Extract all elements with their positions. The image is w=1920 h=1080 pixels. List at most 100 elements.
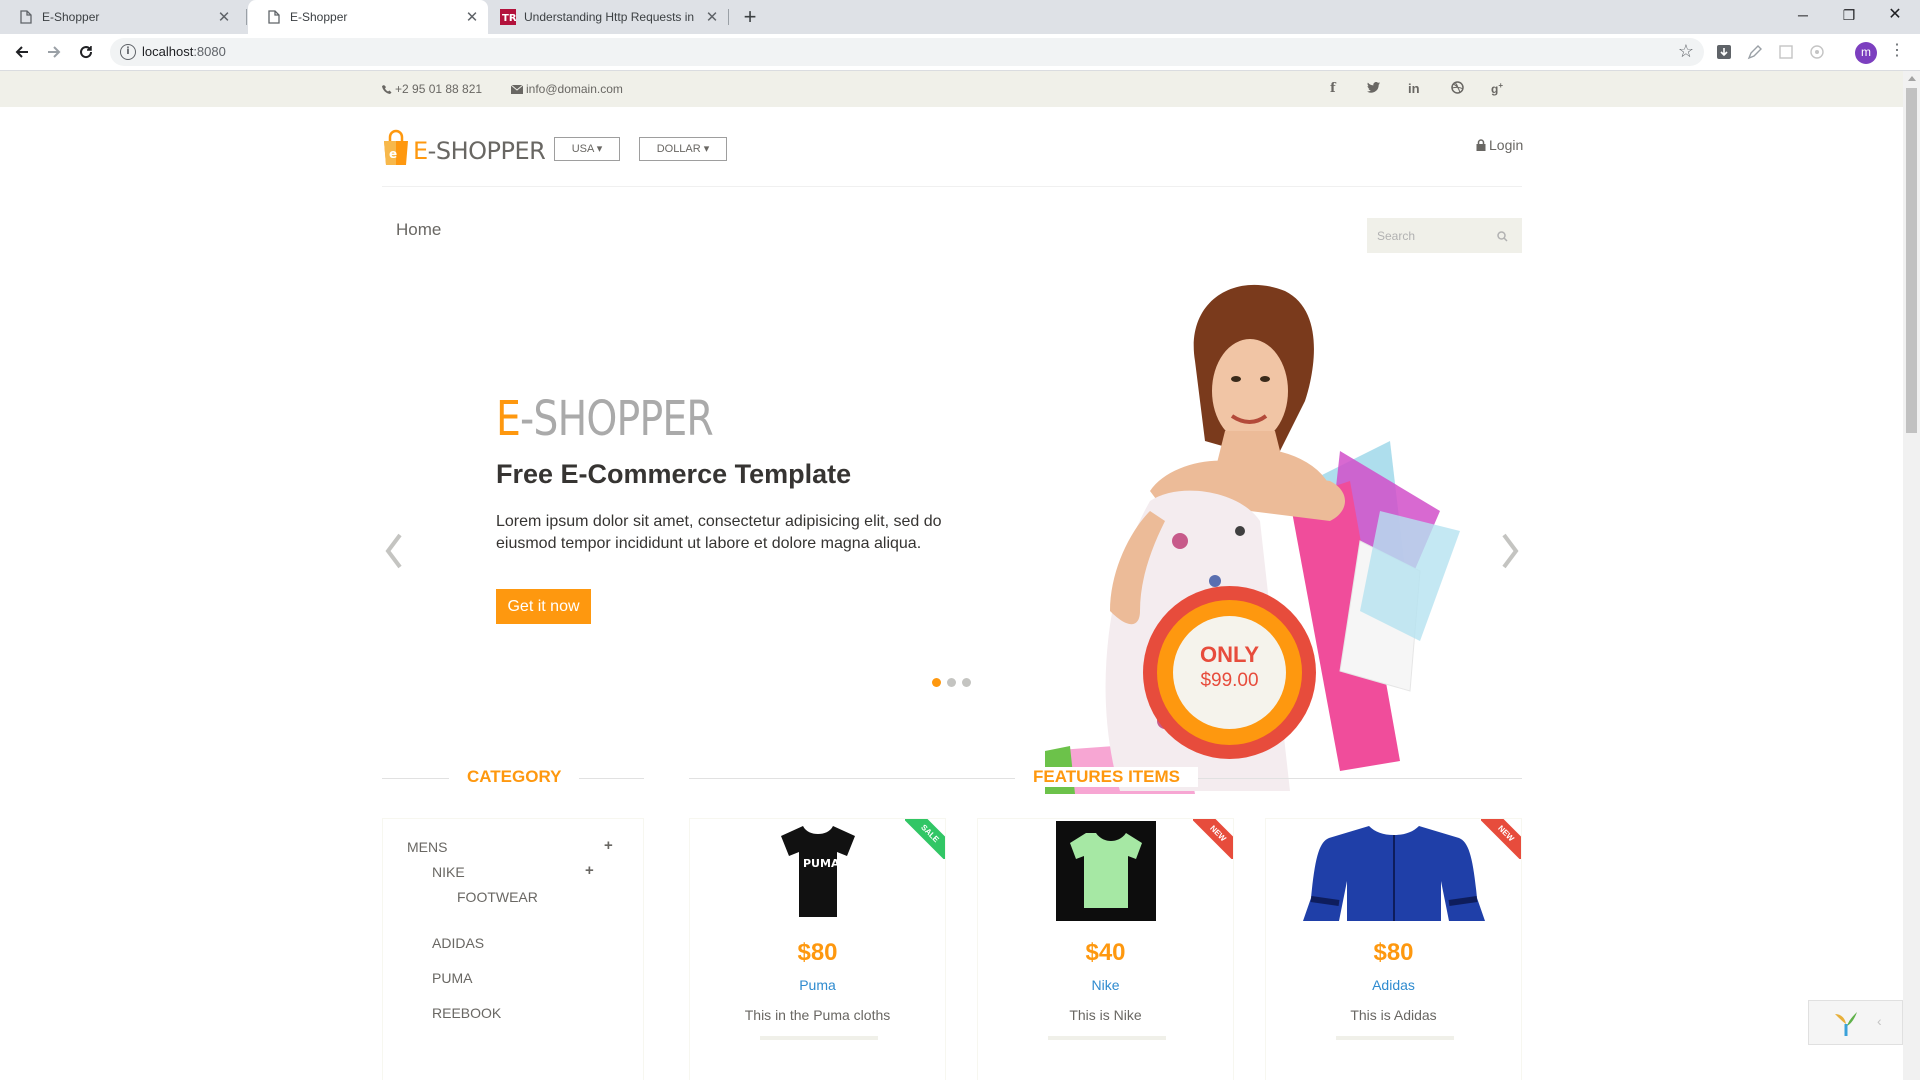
yii-logo-icon bbox=[1835, 1012, 1857, 1036]
slider-dot-active[interactable] bbox=[932, 678, 941, 687]
currency-dropdown[interactable]: DOLLAR ▾ bbox=[639, 137, 727, 161]
edit-extension-icon[interactable] bbox=[1745, 42, 1765, 62]
product-description: This in the Puma cloths bbox=[744, 1007, 891, 1023]
scrollbar-thumb[interactable] bbox=[1906, 88, 1917, 433]
forward-button[interactable] bbox=[40, 38, 68, 66]
svg-text:e: e bbox=[389, 147, 397, 161]
add-to-cart-button[interactable] bbox=[1336, 1036, 1454, 1040]
facebook-icon[interactable]: f bbox=[1330, 81, 1336, 96]
reload-button[interactable] bbox=[72, 38, 100, 66]
chevron-left-icon[interactable]: ‹ bbox=[1877, 1013, 1882, 1029]
contact-topbar: +2 95 01 88 821 info@domain.com f in g+ bbox=[0, 71, 1903, 107]
price-badge-inner: ONLY $99.00 bbox=[1173, 616, 1286, 729]
product-description: This is Adidas bbox=[1350, 1007, 1437, 1023]
features-heading: FEATURES ITEMS bbox=[1015, 767, 1199, 787]
category-adidas[interactable]: ADIDAS bbox=[432, 935, 484, 951]
sale-ribbon: SALE bbox=[905, 819, 945, 859]
price-badge-amount: $99.00 bbox=[1200, 670, 1259, 691]
back-button[interactable] bbox=[8, 38, 36, 66]
new-ribbon: NEW bbox=[1193, 819, 1233, 859]
slider-next-arrow[interactable] bbox=[1498, 531, 1522, 571]
slider-dot[interactable] bbox=[947, 678, 956, 687]
product-price: $40 bbox=[1085, 939, 1126, 966]
login-link[interactable]: Login bbox=[1476, 137, 1523, 153]
header-divider bbox=[382, 186, 1522, 187]
bookmark-star-icon[interactable]: ☆ bbox=[1678, 41, 1694, 62]
category-footwear[interactable]: FOOTWEAR bbox=[457, 889, 538, 905]
slider-title-accent: E bbox=[496, 391, 521, 447]
site-info-icon[interactable]: i bbox=[120, 44, 136, 60]
category-nike[interactable]: NIKE bbox=[432, 864, 465, 880]
extension-icon[interactable] bbox=[1807, 42, 1827, 62]
search-box[interactable]: Search bbox=[1367, 218, 1522, 253]
expand-plus-icon[interactable]: + bbox=[585, 862, 594, 879]
lock-icon bbox=[1476, 139, 1486, 151]
email-address: info@domain.com bbox=[526, 82, 623, 96]
tab-separator bbox=[246, 9, 247, 25]
back-arrow-icon bbox=[15, 46, 28, 58]
ribbon-label: SALE bbox=[905, 819, 945, 859]
url-text: localhost:8080 bbox=[142, 44, 226, 59]
scroll-up-arrow-icon[interactable] bbox=[1908, 76, 1916, 81]
phone-icon bbox=[382, 85, 392, 94]
product-price: $80 bbox=[797, 939, 838, 966]
address-bar[interactable]: i localhost:8080 ☆ bbox=[110, 38, 1704, 66]
dribbble-icon[interactable] bbox=[1451, 81, 1464, 97]
envelope-icon bbox=[511, 84, 523, 94]
debug-toolbar-toggle[interactable]: ‹ bbox=[1808, 1000, 1903, 1045]
category-mens[interactable]: MENS bbox=[407, 839, 447, 855]
browser-tab-bar: E-Shopper ✕ E-Shopper ✕ TR Understanding… bbox=[0, 0, 1920, 34]
restore-button[interactable]: ❐ bbox=[1826, 0, 1872, 30]
close-tab-icon[interactable]: ✕ bbox=[462, 8, 482, 26]
new-tab-button[interactable]: + bbox=[737, 4, 763, 30]
chevron-left-icon bbox=[385, 533, 402, 569]
caret-down-icon: ▾ bbox=[703, 143, 710, 155]
product-card-puma[interactable]: PUMA SALE $80 Puma This in the Puma clot… bbox=[689, 818, 946, 1080]
close-tab-icon[interactable]: ✕ bbox=[214, 8, 234, 26]
get-it-now-button[interactable]: Get it now bbox=[496, 589, 591, 624]
google-plus-icon[interactable]: g+ bbox=[1491, 81, 1503, 96]
product-image-nike-shirt bbox=[1055, 821, 1156, 921]
extension-icon[interactable] bbox=[1776, 42, 1796, 62]
add-to-cart-button[interactable] bbox=[760, 1036, 878, 1040]
nav-home-link[interactable]: Home bbox=[396, 220, 441, 240]
profile-avatar[interactable]: m bbox=[1855, 42, 1877, 64]
category-puma[interactable]: PUMA bbox=[432, 970, 472, 986]
linkedin-icon[interactable]: in bbox=[1408, 81, 1420, 96]
add-to-cart-button[interactable] bbox=[1048, 1036, 1166, 1040]
slider-dot[interactable] bbox=[962, 678, 971, 687]
twitter-icon[interactable] bbox=[1367, 81, 1380, 96]
currency-label: DOLLAR bbox=[656, 143, 701, 155]
logo-text-rest: -SHOPPER bbox=[427, 137, 546, 165]
url-port: :8080 bbox=[193, 44, 226, 59]
product-card-nike[interactable]: NEW $40 Nike This is Nike bbox=[977, 818, 1234, 1080]
browser-tab-active[interactable]: E-Shopper ✕ bbox=[248, 0, 488, 34]
download-extension-icon[interactable] bbox=[1714, 42, 1734, 62]
search-icon[interactable] bbox=[1497, 229, 1508, 247]
phone-number: +2 95 01 88 821 bbox=[395, 82, 483, 96]
product-price: $80 bbox=[1373, 939, 1414, 966]
ribbon-label: NEW bbox=[1481, 819, 1521, 859]
browser-tab[interactable]: TR Understanding Http Requests in ✕ bbox=[488, 0, 728, 34]
close-window-button[interactable]: ✕ bbox=[1872, 0, 1918, 30]
page-scrollbar[interactable] bbox=[1903, 71, 1920, 1080]
browser-menu-icon[interactable]: ⋮ bbox=[1889, 41, 1905, 61]
category-panel bbox=[382, 818, 644, 1080]
browser-tab[interactable]: E-Shopper ✕ bbox=[0, 0, 240, 34]
page-viewport: +2 95 01 88 821 info@domain.com f in g+ … bbox=[0, 71, 1903, 1080]
country-dropdown[interactable]: USA ▾ bbox=[554, 137, 620, 161]
close-tab-icon[interactable]: ✕ bbox=[702, 8, 722, 26]
page-icon bbox=[266, 9, 282, 25]
site-logo[interactable]: e E-SHOPPER bbox=[382, 129, 546, 165]
minimize-button[interactable]: ─ bbox=[1780, 0, 1826, 30]
slider-prev-arrow[interactable] bbox=[382, 531, 406, 571]
search-input[interactable]: Search bbox=[1377, 229, 1415, 243]
category-reebook[interactable]: REEBOOK bbox=[432, 1005, 501, 1021]
logo-text: E-SHOPPER bbox=[413, 137, 546, 165]
expand-plus-icon[interactable]: + bbox=[604, 837, 613, 854]
product-name[interactable]: Adidas bbox=[1266, 977, 1521, 993]
product-name[interactable]: Puma bbox=[690, 977, 945, 993]
tab-title: Understanding Http Requests in bbox=[524, 10, 695, 24]
product-card-adidas[interactable]: NEW $80 Adidas This is Adidas bbox=[1265, 818, 1522, 1080]
product-name[interactable]: Nike bbox=[978, 977, 1233, 993]
